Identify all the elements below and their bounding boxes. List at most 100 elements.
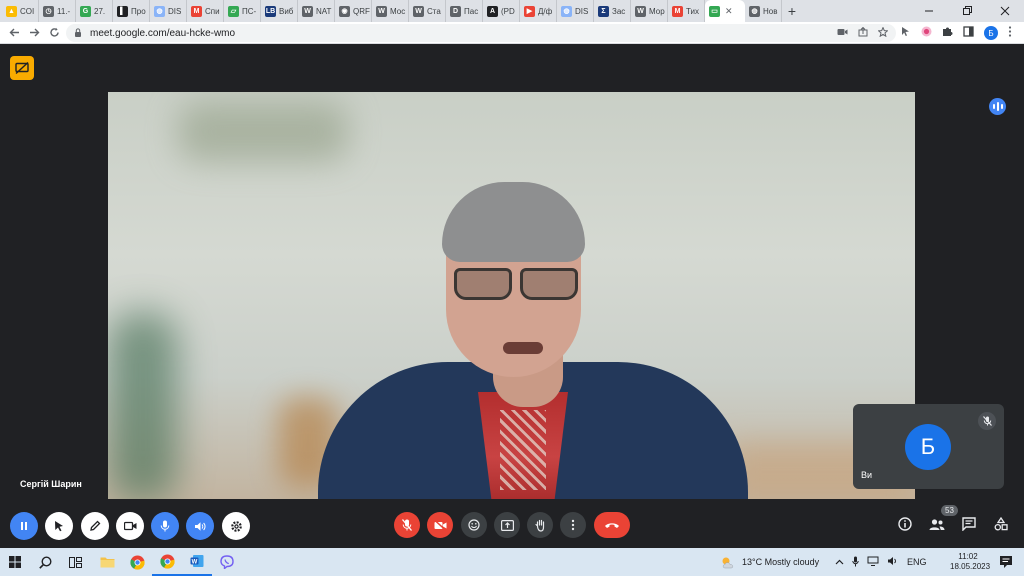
system-clock[interactable]: 11:02 18.05.2023	[950, 552, 990, 572]
tab-favicon-icon: ◷	[43, 5, 54, 17]
browser-tab[interactable]: ▶ Д/ф	[520, 0, 557, 22]
shapes-icon	[994, 517, 1008, 531]
new-tab-button[interactable]: +	[782, 0, 802, 22]
restore-button[interactable]	[948, 0, 986, 22]
share-icon[interactable]	[858, 26, 868, 40]
browser-tab[interactable]: ▌ Про	[113, 0, 150, 22]
browser-tab[interactable]: M Тих	[668, 0, 705, 22]
meet-stage: Сергій Шарин Б Ви	[0, 45, 1024, 548]
self-avatar: Б	[905, 424, 951, 470]
reactions-button[interactable]	[461, 512, 487, 538]
presenting-badge[interactable]	[10, 56, 34, 80]
chrome-taskbar-button-2[interactable]	[152, 548, 182, 576]
close-window-button[interactable]	[986, 0, 1024, 22]
browser-tab[interactable]: W Ста	[409, 0, 446, 22]
clock-time: 11:02	[958, 552, 978, 561]
browser-tab[interactable]: ▭ ✕	[705, 0, 745, 22]
browser-tab[interactable]: ◍ DIS	[150, 0, 187, 22]
browser-tab[interactable]: W Мор	[631, 0, 668, 22]
forward-button[interactable]	[24, 22, 44, 44]
present-screen-button[interactable]	[494, 512, 520, 538]
address-bar[interactable]: meet.google.com/eau-hcke-wmo	[66, 24, 896, 42]
speaker-glasses	[446, 268, 586, 302]
file-explorer-button[interactable]	[92, 548, 122, 576]
puzzle-extensions-icon[interactable]	[942, 26, 953, 40]
toggle-mic-button[interactable]	[394, 512, 420, 538]
windows-taskbar: W 13°C Mostly cloudy ENG 11:02 18.05.202…	[0, 548, 1024, 576]
self-view-tile[interactable]: Б Ви	[853, 404, 1004, 489]
raise-hand-button[interactable]	[527, 512, 553, 538]
main-speaker-video[interactable]	[108, 92, 915, 499]
browser-tab[interactable]: ▲ COI	[2, 0, 39, 22]
tab-favicon-icon: ▲	[6, 5, 17, 17]
tab-title: Про	[131, 6, 146, 16]
browser-tab[interactable]: Σ Зас	[594, 0, 631, 22]
chat-button[interactable]	[960, 513, 978, 535]
settings-tool-button[interactable]	[222, 512, 250, 540]
people-button[interactable]	[928, 513, 946, 535]
more-options-button[interactable]	[560, 512, 586, 538]
viber-taskbar-button[interactable]	[212, 548, 242, 576]
screen-capture-extension-icon[interactable]	[900, 26, 911, 40]
task-view-button[interactable]	[60, 548, 90, 576]
more-menu-icon[interactable]	[1008, 26, 1012, 40]
tab-favicon-icon: ◍	[561, 5, 572, 17]
browser-tab[interactable]: G 27.	[76, 0, 113, 22]
more-vert-icon	[571, 519, 575, 531]
hand-icon	[534, 519, 544, 532]
pointer-tool-button[interactable]	[45, 512, 73, 540]
browser-tab[interactable]: LB Виб	[261, 0, 298, 22]
pen-tool-button[interactable]	[81, 512, 109, 540]
activities-button[interactable]	[992, 513, 1010, 535]
tab-title: Спи	[205, 6, 220, 16]
chrome-icon	[129, 555, 145, 570]
network-icon[interactable]	[867, 556, 879, 568]
browser-tab[interactable]: ◉ QRF	[335, 0, 372, 22]
start-button[interactable]	[0, 548, 30, 576]
browser-tab[interactable]: W NAT	[298, 0, 335, 22]
back-button[interactable]	[4, 22, 24, 44]
browser-tab[interactable]: M Спи	[187, 0, 224, 22]
browser-tab[interactable]: ▱ ПС-	[224, 0, 261, 22]
meeting-details-button[interactable]	[896, 513, 914, 535]
camera-off-icon	[433, 519, 447, 531]
language-indicator[interactable]: ENG	[907, 557, 927, 567]
meeting-controls: 53	[0, 505, 1024, 548]
recording-extension-icon[interactable]	[921, 26, 932, 40]
weather-widget[interactable]: 13°C Mostly cloudy	[720, 548, 819, 576]
camera-in-use-icon[interactable]	[837, 28, 848, 39]
tray-expand-icon[interactable]	[835, 557, 844, 567]
tab-title: Ста	[427, 6, 441, 16]
word-taskbar-button[interactable]: W	[182, 548, 212, 576]
speaker-tool-button[interactable]	[186, 512, 214, 540]
browser-tab-strip: ▲ COI ◷ 11.- G 27. ▌ Про ◍ DIS M Спи ▱ ПС- LB Виб W NAT ◉ Q…	[0, 0, 1024, 22]
volume-tray-icon[interactable]	[887, 556, 899, 568]
screen-off-icon	[15, 62, 29, 74]
browser-tab[interactable]: D Пас	[446, 0, 483, 22]
mic-tool-button[interactable]	[151, 512, 179, 540]
side-panel-icon[interactable]	[963, 26, 974, 40]
mic-tray-icon[interactable]	[852, 556, 859, 569]
search-button[interactable]	[30, 548, 60, 576]
chrome-taskbar-button-1[interactable]	[122, 548, 152, 576]
toggle-camera-button[interactable]	[427, 512, 453, 538]
browser-tab[interactable]: A (PD	[483, 0, 520, 22]
speaker-mouth	[503, 342, 543, 354]
arrow-right-icon	[29, 28, 39, 37]
tab-title: COI	[20, 6, 35, 16]
browser-tab[interactable]: W Мос	[372, 0, 409, 22]
pencil-icon	[90, 520, 101, 531]
browser-tab[interactable]: ◷ 11.-	[39, 0, 76, 22]
close-tab-icon[interactable]: ✕	[725, 6, 733, 17]
profile-avatar[interactable]: Б	[984, 26, 998, 40]
browser-tab[interactable]: ◍ DIS	[557, 0, 594, 22]
reload-button[interactable]	[44, 22, 64, 44]
lock-icon	[74, 27, 82, 39]
leave-call-button[interactable]	[594, 512, 630, 538]
browser-tab[interactable]: ◍ Нов	[745, 0, 782, 22]
notification-center-button[interactable]	[998, 554, 1014, 570]
minimize-button[interactable]	[910, 0, 948, 22]
bookmark-star-icon[interactable]	[877, 25, 889, 40]
pause-annotation-button[interactable]	[10, 512, 38, 540]
camera-tool-button[interactable]	[116, 512, 144, 540]
